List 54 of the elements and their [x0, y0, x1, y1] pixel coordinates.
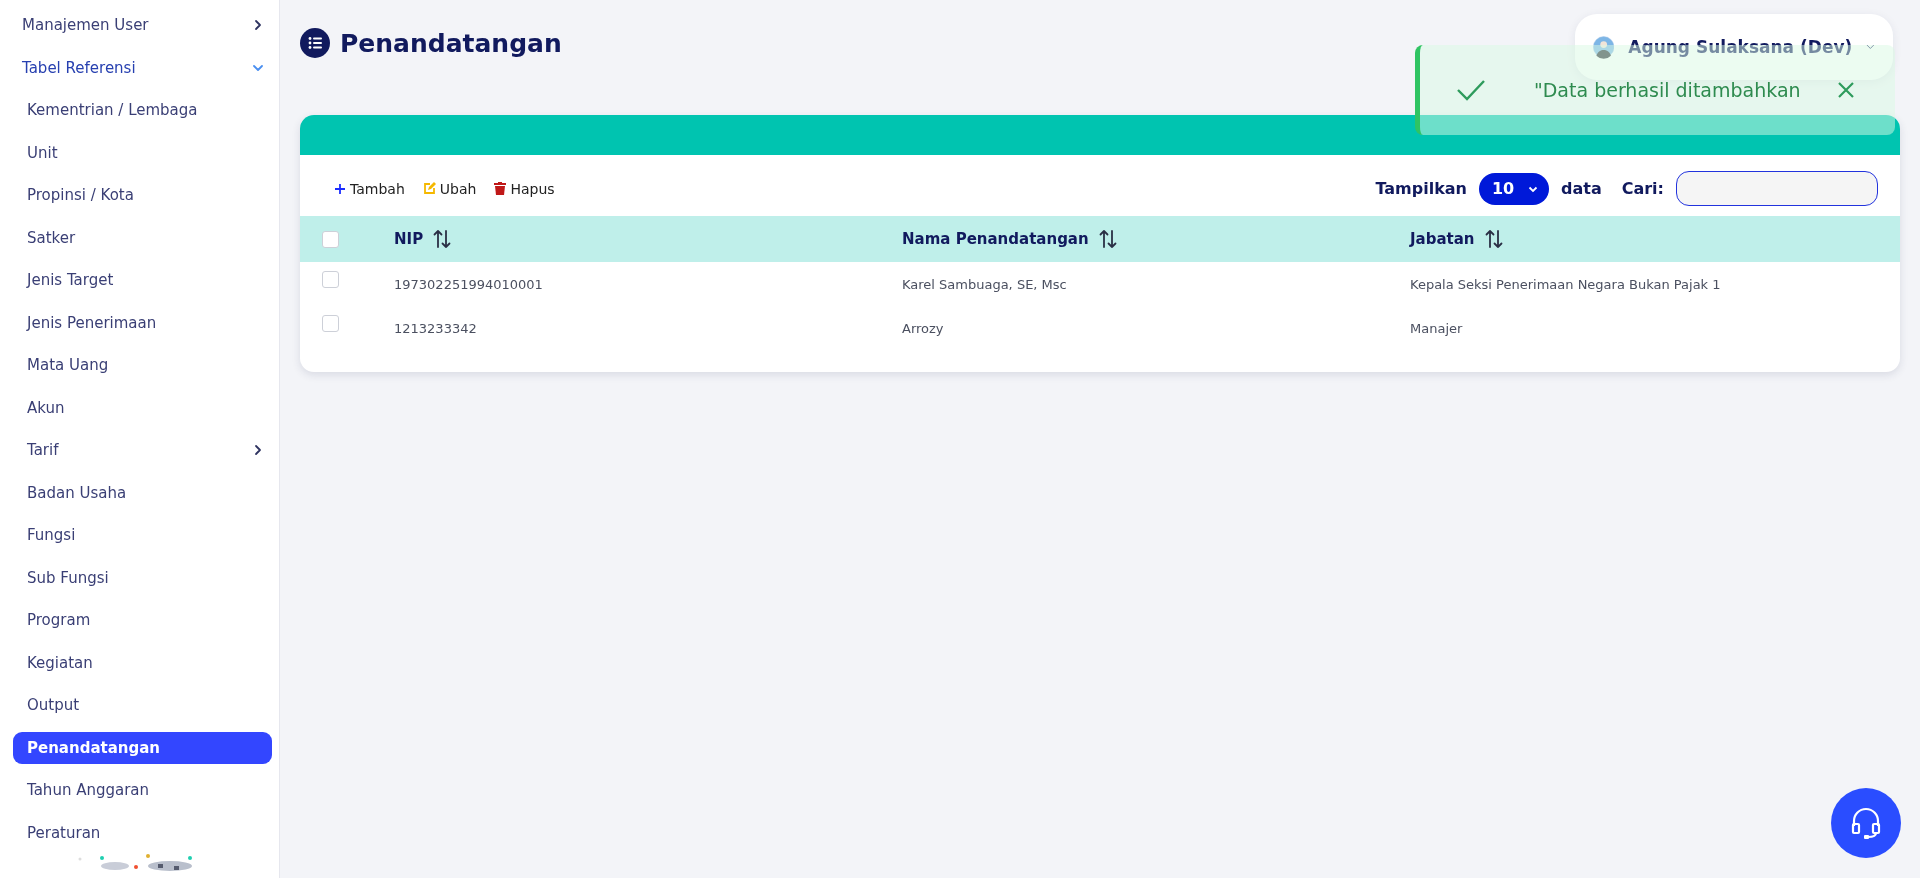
table-cell: Karel Sambuaga, SE, Msc — [902, 276, 1067, 292]
show-suffix-label: data — [1561, 179, 1602, 198]
sidebar-item[interactable]: Tahun Anggaran — [13, 774, 272, 806]
table-cell: 197302251994010001 — [394, 276, 543, 292]
sidebar-item[interactable]: Kegiatan — [13, 646, 272, 679]
sidebar-item[interactable]: Tarif — [13, 434, 272, 466]
sidebar-item[interactable]: Peraturan — [13, 816, 272, 849]
sidebar-item[interactable]: Tabel Referensi — [13, 51, 272, 84]
sidebar-item[interactable]: Fungsi — [13, 519, 272, 551]
check-icon — [1456, 79, 1486, 101]
column-header: Jabatan — [1410, 230, 1475, 248]
sidebar-item[interactable]: Penandatangan — [13, 731, 272, 764]
show-label: Tampilkan — [1375, 179, 1467, 198]
sort-icon[interactable] — [1484, 229, 1503, 249]
sort-icon[interactable] — [433, 229, 452, 249]
sidebar-item[interactable]: Mata Uang — [13, 349, 272, 381]
page-title: Penandatangan — [340, 28, 562, 58]
chevron-icon — [252, 19, 264, 31]
plus-icon — [334, 182, 346, 195]
edit-button[interactable]: Ubah — [422, 180, 477, 197]
trash-icon — [494, 182, 507, 195]
page-size-select[interactable]: 10 — [1479, 172, 1549, 205]
sidebar-item[interactable]: Manajemen User — [13, 9, 272, 41]
column-header: NIP — [394, 230, 424, 248]
sidebar-item[interactable]: Kementrian / Lembaga — [13, 94, 272, 126]
sort-icon[interactable] — [1098, 229, 1117, 249]
edit-icon — [422, 182, 436, 195]
table-cell: Arrozy — [902, 320, 944, 336]
row-checkbox[interactable] — [322, 314, 339, 332]
list-icon — [300, 28, 330, 58]
add-button[interactable]: Tambah — [334, 180, 405, 197]
sidebar-item[interactable]: Propinsi / Kota — [13, 179, 272, 211]
sidebar-item[interactable]: Jenis Penerimaan — [13, 306, 272, 339]
column-header: Nama Penandatangan — [902, 230, 1089, 248]
sidebar-item[interactable]: Satker — [13, 221, 272, 254]
row-checkbox[interactable] — [322, 270, 339, 288]
sidebar-item[interactable]: Program — [13, 604, 272, 636]
search-field[interactable] — [1676, 171, 1878, 206]
sidebar-item[interactable]: Badan Usaha — [13, 476, 272, 509]
table-cell: Kepala Seksi Penerimaan Negara Bukan Pajak 1 — [1410, 276, 1721, 292]
table-cell: Manajer — [1410, 320, 1463, 336]
sidebar-item[interactable]: Jenis Target — [13, 264, 272, 296]
chevron-icon — [252, 444, 264, 456]
sidebar-item[interactable]: Sub Fungsi — [13, 561, 272, 594]
toast-message: "Data berhasil ditambahkan — [1534, 79, 1802, 101]
close-icon[interactable] — [1837, 81, 1855, 99]
select-all-checkbox[interactable] — [322, 230, 339, 248]
delete-button[interactable]: Hapus — [494, 180, 555, 197]
sidebar-item[interactable]: Output — [13, 689, 272, 721]
search-label: Cari: — [1621, 179, 1664, 198]
sidebar-item[interactable]: Akun — [13, 391, 272, 424]
headset-icon — [1849, 806, 1883, 840]
sidebar-item[interactable]: Unit — [13, 136, 272, 169]
table-cell: 1213233342 — [394, 320, 477, 336]
